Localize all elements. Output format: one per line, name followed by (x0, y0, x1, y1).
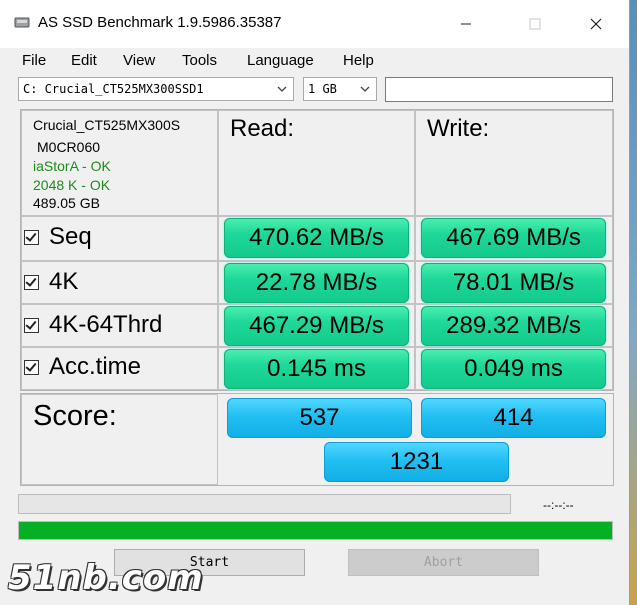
score-write: 414 (421, 398, 606, 438)
title-bar: AS SSD Benchmark 1.9.5986.35387 (0, 0, 629, 48)
write-header: Write: (427, 115, 490, 142)
disk-app-icon (14, 17, 30, 28)
seq-read-result: 470.62 MB/s (224, 218, 409, 258)
drive-firmware: M0CR060 (37, 139, 101, 155)
maximize-button[interactable] (512, 0, 558, 48)
info-text-field[interactable] (385, 77, 613, 102)
maximize-icon (529, 18, 541, 30)
4k-write-result: 78.01 MB/s (421, 263, 606, 303)
4k64-read-result: 467.29 MB/s (224, 306, 409, 346)
chevron-down-icon (277, 86, 287, 92)
seq-write-result: 467.69 MB/s (421, 218, 606, 258)
abort-button[interactable]: Abort (348, 549, 539, 576)
checkbox-checked[interactable] (24, 359, 39, 375)
test-4k64-toggle[interactable]: 4K-64Thrd (24, 311, 162, 339)
chevron-down-icon (360, 86, 370, 92)
4k-read-result: 22.78 MB/s (224, 263, 409, 303)
test-progress-bar (18, 494, 511, 514)
minimize-button[interactable] (443, 0, 489, 48)
menu-view[interactable]: View (123, 52, 155, 69)
menu-bar: File Edit View Tools Language Help (0, 48, 629, 72)
score-read: 537 (227, 398, 412, 438)
acc-write-result: 0.049 ms (421, 349, 606, 389)
score-total: 1231 (324, 442, 509, 482)
score-label: Score: (33, 400, 117, 432)
driver-status: iaStorA - OK (33, 158, 111, 174)
test-label-acc: Acc.time (49, 353, 142, 380)
window-title: AS SSD Benchmark 1.9.5986.35387 (38, 14, 282, 31)
drive-select-value: C: Crucial_CT525MX300SSD1 (23, 82, 204, 96)
close-icon (590, 18, 602, 30)
alignment-status: 2048 K - OK (33, 177, 111, 193)
test-label-4k64: 4K-64Thrd (49, 311, 163, 338)
drive-select[interactable]: C: Crucial_CT525MX300SSD1 (18, 77, 294, 101)
drive-capacity: 489.05 GB (33, 195, 100, 211)
size-select[interactable]: 1 GB (303, 77, 377, 101)
test-label-4k: 4K (49, 268, 79, 295)
test-acc-toggle[interactable]: Acc.time (24, 353, 141, 381)
4k64-write-result: 289.32 MB/s (421, 306, 606, 346)
checkbox-checked[interactable] (24, 274, 39, 290)
test-4k-toggle[interactable]: 4K (24, 268, 78, 296)
app-window: AS SSD Benchmark 1.9.5986.35387 File Edi… (0, 0, 630, 605)
overall-progress-bar (18, 521, 613, 540)
test-label-seq: Seq (49, 223, 92, 250)
size-select-value: 1 GB (308, 82, 337, 96)
watermark-logo: 51nb.com (8, 558, 204, 598)
acc-read-result: 0.145 ms (224, 349, 409, 389)
menu-language[interactable]: Language (247, 52, 314, 69)
read-header: Read: (230, 115, 295, 142)
overall-progress-fill (19, 522, 612, 539)
drive-model: Crucial_CT525MX300S (33, 117, 181, 133)
menu-tools[interactable]: Tools (182, 52, 217, 69)
elapsed-time: --:--:-- (543, 498, 574, 512)
checkbox-checked[interactable] (24, 229, 39, 245)
menu-help[interactable]: Help (343, 52, 374, 69)
test-seq-toggle[interactable]: Seq (24, 223, 92, 251)
close-button[interactable] (573, 0, 619, 48)
menu-edit[interactable]: Edit (71, 52, 97, 69)
checkbox-checked[interactable] (24, 317, 39, 333)
menu-file[interactable]: File (22, 52, 46, 69)
minimize-icon (461, 23, 471, 25)
